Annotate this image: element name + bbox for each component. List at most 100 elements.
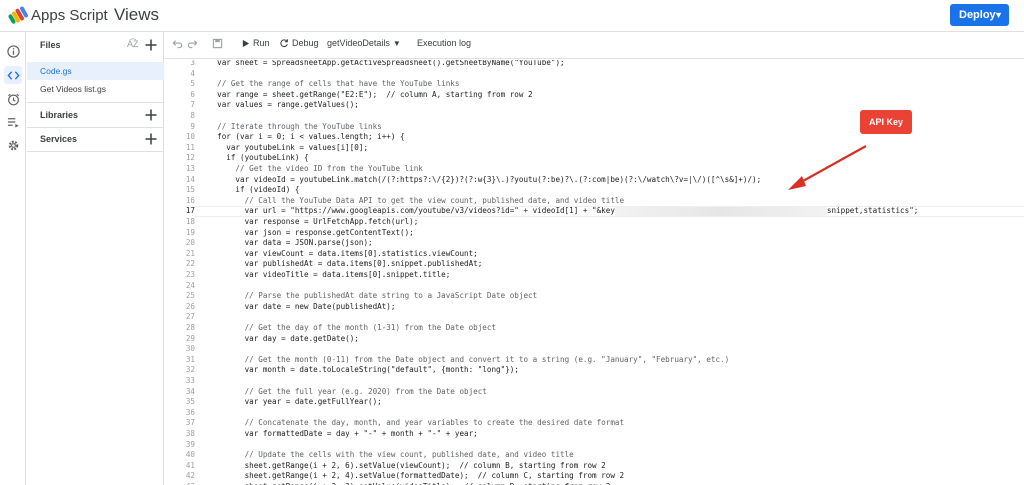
code-line: 31 // Get the month (0-11) from the Date… [165,355,1024,366]
code-line: 33 [165,376,1024,387]
code-text-before-key: var url = "https://www.googleapis.com/yo… [208,206,615,216]
code-text: // Concatenate the day, month, and year … [208,418,625,428]
line-number: 7 [190,100,195,110]
code-line: 24 [165,281,1024,292]
debug-label: Debug [292,38,319,48]
debug-icon [280,39,288,48]
redo-icon[interactable] [187,38,198,49]
code-line: 5 // Get the range of cells that have th… [165,79,1024,90]
apps-script-logo-icon[interactable] [8,5,28,25]
caret-down-icon: ▼ [392,38,401,48]
line-number: 42 [185,471,195,481]
line-number: 12 [185,153,195,163]
code-line: 36 [165,408,1024,419]
line-number: 19 [185,227,195,237]
code-text: // Get the month (0-11) from the Date ob… [208,354,730,364]
triggers-clock-icon[interactable] [4,90,22,108]
red-arrow-icon [788,145,867,190]
line-number: 33 [185,376,195,385]
code-text: var month = date.toLocaleString("default… [208,365,519,375]
editor-code-icon[interactable] [4,66,22,84]
code-text: for (var i = 0; i < values.length; i++) … [208,132,405,142]
line-number: 16 [185,195,195,205]
divider [27,102,164,103]
services-label: Services [40,134,78,144]
line-number: 27 [185,312,195,322]
divider [27,151,164,152]
deploy-button[interactable]: Deploy ▼ [950,4,1009,26]
line-number: 41 [185,460,195,470]
add-service-plus-icon[interactable] [144,132,158,146]
line-number: 34 [185,386,195,396]
code-text-after-key: snippet,statistics"; [826,206,919,216]
editor-toolbar: Run Debug getVideoDetails ▼ Execution lo… [165,32,1024,59]
line-number: 4 [190,68,195,78]
function-name: getVideoDetails [327,38,390,48]
file-item-get-videos-list-gs[interactable]: Get Videos list.gs [27,80,164,98]
code-text: // Parse the publishedAt date string to … [208,291,538,301]
code-line: 21 var viewCount = data.items[0].statist… [165,249,1024,260]
code-text: var videoId = youtubeLink.match(/(?:http… [208,174,762,184]
run-button[interactable]: Run [241,38,270,48]
code-text: // Get the full year (e.g. 2020) from th… [208,386,487,396]
code-text: var data = JSON.parse(json); [208,238,373,248]
save-icon[interactable] [212,38,223,49]
code-line: 37 // Concatenate the day, month, and ye… [165,418,1024,429]
code-line: 38 var formattedDate = day + "-" + month… [165,429,1024,440]
line-number: 3 [190,60,195,67]
code-line: 14 var videoId = youtubeLink.match(/(?:h… [165,175,1024,186]
code-line: 11 var youtubeLink = values[i][0]; [165,143,1024,154]
line-number: 29 [185,333,195,343]
debug-button[interactable]: Debug [279,38,319,48]
add-library-plus-icon[interactable] [144,108,158,122]
line-number: 15 [185,185,195,195]
code-line: 35 var year = date.getFullYear(); [165,397,1024,408]
code-line: 30 [165,344,1024,355]
code-text: sheet.getRange(i + 2, 4).setValue(format… [208,471,625,481]
add-file-plus-icon[interactable] [144,38,158,52]
execution-log-button[interactable]: Execution log [417,38,471,48]
line-number: 32 [185,365,195,375]
line-number: 26 [185,301,195,311]
line-number: 36 [185,407,195,417]
line-number: 39 [185,439,195,449]
libraries-header[interactable]: Libraries [27,106,164,128]
libraries-label: Libraries [40,110,79,120]
line-number: 37 [185,418,195,428]
line-number: 28 [185,323,195,332]
code-line: 42 sheet.getRange(i + 2, 4).setValue(for… [165,471,1024,482]
code-line: 23 var videoTitle = data.items[0].snippe… [165,270,1024,281]
undo-icon[interactable] [172,38,183,49]
execution-log-label: Execution log [417,38,472,48]
services-header[interactable]: Services [27,130,164,152]
code-line: 20 var data = JSON.parse(json); [165,238,1024,249]
file-item-code-gs[interactable]: Code.gs [27,62,164,80]
function-select[interactable]: getVideoDetails ▼ [327,38,401,48]
line-number: 17 [185,206,195,216]
code-text: // Get the day of the month (1-31) from … [208,323,497,332]
api-key-annotation: API Key [860,110,912,134]
deploy-label: Deploy [959,9,996,21]
code-text: var range = sheet.getRange("E2:E"); // c… [208,89,533,99]
code-line: 13 // Get the video ID from the YouTube … [165,164,1024,175]
line-number: 14 [185,174,195,184]
executions-list-icon[interactable] [4,113,22,131]
settings-gear-icon[interactable] [4,136,22,154]
play-icon [242,39,250,47]
code-text: var viewCount = data.items[0].statistics… [208,248,478,258]
info-icon[interactable] [4,42,22,60]
code-text: if (videoId) { [208,185,300,195]
line-number: 40 [185,450,195,460]
line-number: 21 [185,248,195,258]
code-line: 3 var sheet = SpreadsheetApp.getActiveSp… [165,60,1024,69]
project-title[interactable]: Views [114,5,159,25]
code-line: 22 var publishedAt = data.items[0].snipp… [165,259,1024,270]
code-text: var values = range.getValues(); [208,100,359,110]
code-text: var sheet = SpreadsheetApp.getActiveSpre… [208,60,565,67]
code-line: 12 if (youtubeLink) { [165,153,1024,164]
sort-az-icon[interactable]: A͡Z [127,39,139,49]
code-line: 25 // Parse the publishedAt date string … [165,291,1024,302]
files-header: Files A͡Z [27,36,164,58]
code-text: var videoTitle = data.items[0].snippet.t… [208,270,451,279]
app-name: Apps Script [31,7,108,24]
